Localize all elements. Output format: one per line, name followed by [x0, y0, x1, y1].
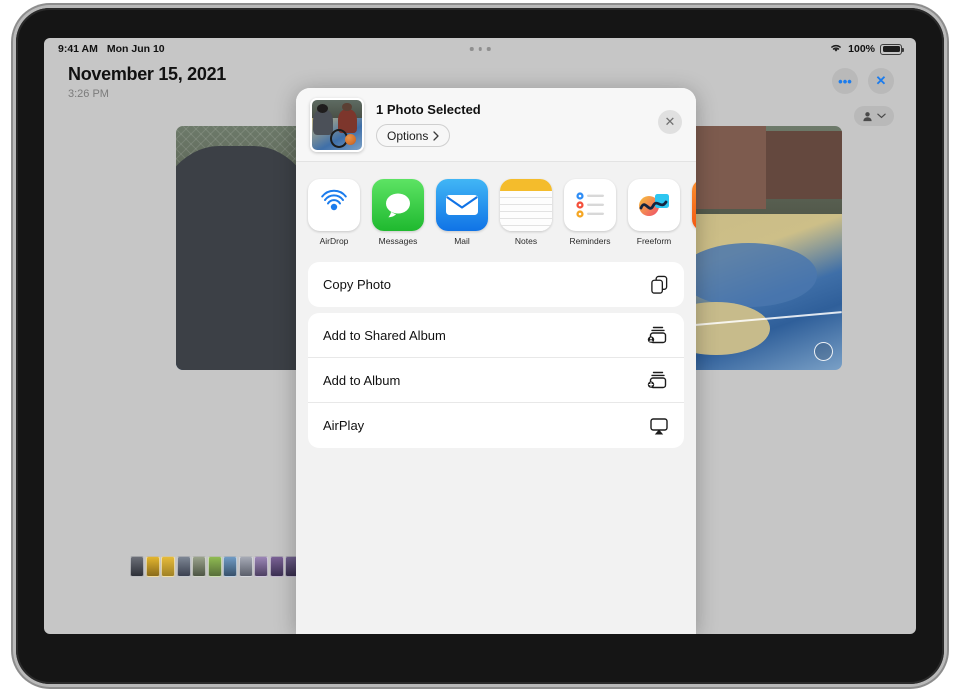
filmstrip-thumb[interactable] — [192, 555, 206, 577]
close-button[interactable]: ✕ — [658, 110, 682, 134]
share-app-notes[interactable]: Notes — [500, 179, 552, 246]
people-filter-pill[interactable] — [854, 106, 894, 126]
empty-circle-icon[interactable] — [814, 342, 833, 361]
options-label: Options — [387, 128, 429, 143]
status-time: 9:41 AM — [58, 43, 98, 55]
filmstrip-thumb[interactable] — [130, 555, 144, 577]
battery-full-icon — [880, 43, 904, 55]
filmstrip-thumb[interactable] — [176, 555, 191, 577]
books-icon — [692, 179, 696, 231]
shared-album-icon — [647, 325, 669, 345]
options-button[interactable]: Options — [376, 124, 451, 147]
action-row-add-to-shared-album[interactable]: Add to Shared Album — [308, 313, 684, 358]
wifi-icon — [829, 42, 843, 56]
action-row-airplay[interactable]: AirPlay — [308, 403, 684, 448]
more-options-button[interactable]: ••• — [832, 68, 858, 94]
photo-thumbnail — [310, 97, 364, 152]
notes-icon — [500, 179, 552, 231]
action-label: Copy Photo — [323, 277, 391, 292]
filmstrip-thumb[interactable] — [161, 555, 175, 577]
action-label: Add to Shared Album — [323, 327, 446, 343]
share-app-label: Messages — [378, 236, 418, 246]
action-label: Add to Album — [323, 372, 401, 388]
photos-header: November 15, 2021 3:26 PM — [68, 64, 226, 100]
reminders-icon — [564, 179, 616, 231]
filmstrip-thumb[interactable] — [254, 555, 268, 577]
filmstrip-thumb[interactable] — [207, 555, 222, 577]
share-sheet-header: 1 Photo Selected Options ✕ — [296, 88, 696, 162]
share-app-label: Freeform — [636, 236, 672, 246]
chevron-right-icon — [433, 130, 440, 141]
airplay-icon — [649, 417, 669, 435]
status-bar-left: 9:41 AM Mon Jun 10 — [58, 43, 165, 55]
share-app-reminders[interactable]: Reminders — [564, 179, 616, 246]
share-app-books[interactable]: B — [692, 179, 696, 246]
share-app-messages[interactable]: Messages — [372, 179, 424, 246]
page-title: November 15, 2021 — [68, 64, 226, 84]
battery-percent: 100% — [848, 43, 875, 55]
ipad-screen: 9:41 AM Mon Jun 10 100% November 15, 202… — [44, 38, 916, 634]
share-app-label: B — [692, 236, 696, 246]
share-app-freeform[interactable]: Freeform — [628, 179, 680, 246]
status-bar-right: 100% — [829, 42, 904, 56]
mail-icon — [436, 179, 488, 231]
chevron-down-icon — [877, 113, 886, 119]
share-sheet-title: 1 Photo Selected — [376, 102, 481, 117]
freeform-icon — [628, 179, 680, 231]
share-app-mail[interactable]: Mail — [436, 179, 488, 246]
ipad-device-frame: 9:41 AM Mon Jun 10 100% November 15, 202… — [16, 8, 944, 684]
action-group-albums: Add to Shared Album Add to Album AirPlay — [308, 313, 684, 448]
status-date: Mon Jun 10 — [106, 43, 165, 55]
copy-documents-icon — [650, 275, 669, 295]
action-group-copy: Copy Photo — [308, 262, 684, 307]
camera-dots-icon — [469, 47, 491, 51]
share-sheet-header-text: 1 Photo Selected Options — [376, 102, 481, 147]
filmstrip-thumb[interactable] — [238, 555, 253, 577]
header-controls: ••• ✕ — [832, 68, 894, 94]
close-view-button[interactable]: ✕ — [868, 68, 894, 94]
share-app-label: Reminders — [569, 236, 611, 246]
action-row-add-to-album[interactable]: Add to Album — [308, 358, 684, 403]
airdrop-icon — [308, 179, 360, 231]
share-app-label: AirDrop — [319, 236, 349, 246]
filmstrip-thumb[interactable] — [269, 555, 284, 577]
share-app-row[interactable]: AirDrop Messages Mail Notes Reminders Fr… — [296, 162, 696, 256]
messages-icon — [372, 179, 424, 231]
share-sheet: 1 Photo Selected Options ✕ AirDrop Messa… — [296, 88, 696, 634]
filmstrip-thumb[interactable] — [145, 555, 160, 577]
status-bar: 9:41 AM Mon Jun 10 100% — [44, 38, 916, 60]
share-app-label: Mail — [454, 236, 470, 246]
filmstrip-thumb[interactable] — [223, 555, 237, 577]
share-app-airdrop[interactable]: AirDrop — [308, 179, 360, 246]
share-app-label: Notes — [514, 236, 538, 246]
action-label: AirPlay — [323, 418, 365, 433]
person-icon — [863, 111, 872, 121]
page-subtitle: 3:26 PM — [68, 88, 109, 100]
add-album-icon — [647, 370, 669, 390]
action-row-copy-photo[interactable]: Copy Photo — [308, 262, 684, 307]
